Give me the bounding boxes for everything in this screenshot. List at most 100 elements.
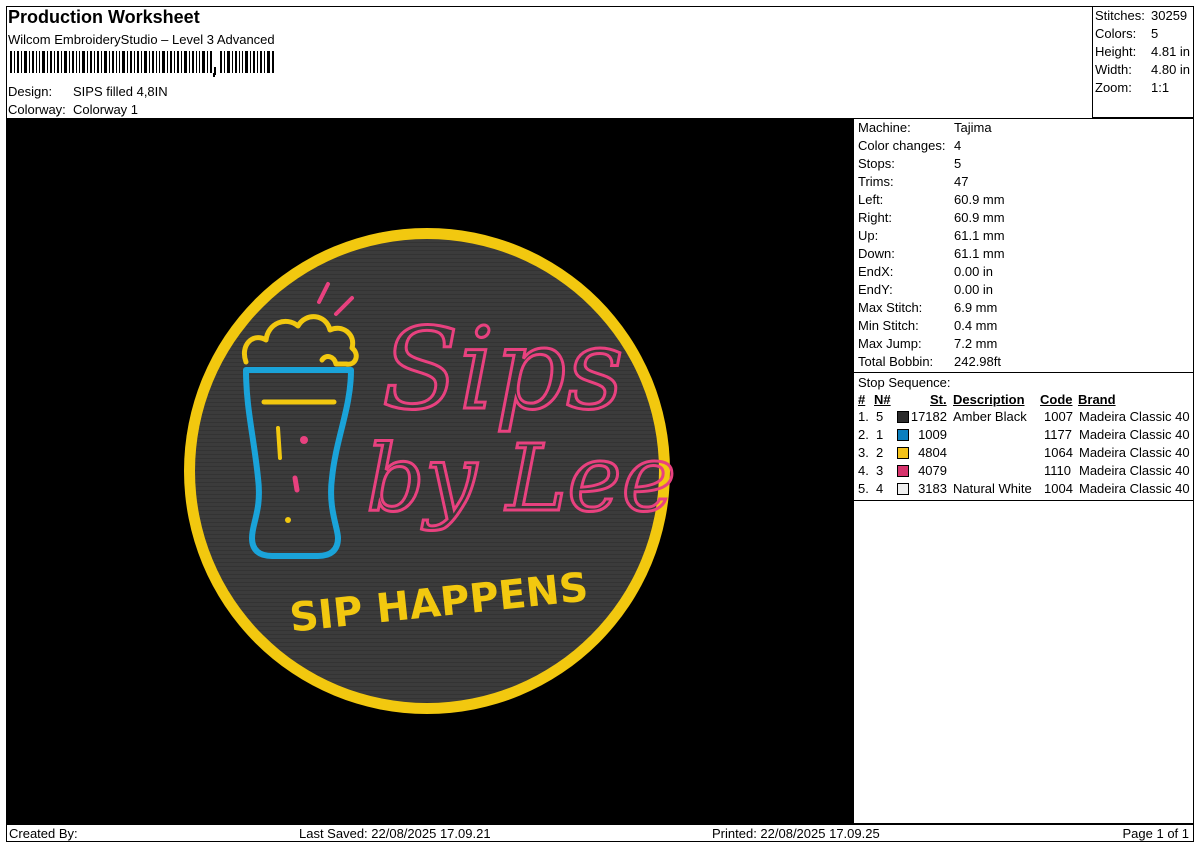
info-row: Left: 60.9 mm xyxy=(858,192,1005,207)
row-brand: Madeira Classic 40 xyxy=(1079,409,1190,424)
info-row: Down: 61.1 mm xyxy=(858,246,1005,261)
created-by: Created By: xyxy=(9,826,78,841)
row-brand: Madeira Classic 40 xyxy=(1079,463,1190,478)
colorway-label: Colorway: xyxy=(8,102,66,117)
stat-label: Height: xyxy=(1095,44,1137,59)
info-label: Down: xyxy=(858,246,895,261)
row-index: 3. xyxy=(858,445,869,460)
stat-value: 4.81 in xyxy=(1151,44,1191,59)
info-value: 5 xyxy=(954,156,962,171)
info-label: Right: xyxy=(858,210,892,225)
printed-date: Printed: 22/08/2025 17.09.25 xyxy=(712,826,880,841)
info-value: 0.00 in xyxy=(954,282,994,297)
design-preview: Sips by Lee SIP HAPPENS xyxy=(6,118,853,824)
info-label: Up: xyxy=(858,228,879,243)
table-row: 1. 5 17182 Amber Black 1007 Madeira Clas… xyxy=(854,409,1193,427)
table-row: 5. 4 3183 Natural White 1004 Madeira Cla… xyxy=(854,481,1193,499)
info-label: Max Stitch: xyxy=(858,300,923,315)
design-label: Design: xyxy=(8,84,53,99)
design-row: Design: SIPS filled 4,8IN xyxy=(8,84,168,99)
info-row: Trims: 47 xyxy=(858,174,968,189)
brand-line-1: Sips xyxy=(382,305,624,435)
info-label: Min Stitch: xyxy=(858,318,919,333)
page-title: Production Worksheet xyxy=(8,7,200,27)
colorway-row: Colorway: Colorway 1 xyxy=(8,102,138,117)
stat-value: 4.80 in xyxy=(1151,62,1191,77)
col-index: # xyxy=(858,392,866,407)
stat-colors: Colors: 5 xyxy=(1095,26,1158,41)
row-code: 1110 xyxy=(1044,463,1071,478)
info-row: Right: 60.9 mm xyxy=(858,210,1005,225)
info-value: 6.9 mm xyxy=(954,300,998,315)
row-stitches: 4804 xyxy=(918,445,947,460)
row-index: 5. xyxy=(858,481,869,496)
stat-stitches: Stitches: 30259 xyxy=(1095,8,1187,23)
brand-line-2: by Lee xyxy=(366,425,676,532)
col-brand: Brand xyxy=(1078,392,1116,407)
row-code: 1064 xyxy=(1044,445,1073,460)
colorway-value: Colorway 1 xyxy=(73,102,139,117)
col-code: Code xyxy=(1040,392,1073,407)
stat-label: Stitches: xyxy=(1095,8,1145,23)
col-description: Description xyxy=(953,392,1025,407)
row-needle: 3 xyxy=(876,463,884,478)
stat-value: 1:1 xyxy=(1151,80,1170,95)
software-name: Wilcom EmbroideryStudio – Level 3 Advanc… xyxy=(8,32,275,47)
info-value: 47 xyxy=(954,174,969,189)
info-value: Tajima xyxy=(954,120,992,135)
info-label: Machine: xyxy=(858,120,911,135)
stat-value: 5 xyxy=(1151,26,1159,41)
info-value: 4 xyxy=(954,138,962,153)
stat-label: Colors: xyxy=(1095,26,1137,41)
divider xyxy=(854,372,1193,373)
stat-zoom: Zoom: 1:1 xyxy=(1095,80,1169,95)
row-description: Amber Black xyxy=(953,409,1027,424)
page-number: Page 1 of 1 xyxy=(1122,826,1190,841)
color-swatch xyxy=(897,465,909,477)
row-code: 1177 xyxy=(1044,427,1072,442)
design-value: SIPS filled 4,8IN xyxy=(73,84,168,99)
info-row: Max Stitch: 6.9 mm xyxy=(858,300,997,315)
row-stitches: 3183 xyxy=(918,481,947,496)
table-row: 2. 1 1009 1177 Madeira Classic 40 xyxy=(854,427,1193,445)
info-row: EndY: 0.00 in xyxy=(858,282,993,297)
row-needle: 5 xyxy=(876,409,884,424)
info-label: Trims: xyxy=(858,174,894,189)
info-row: Min Stitch: 0.4 mm xyxy=(858,318,997,333)
row-needle: 1 xyxy=(876,427,884,442)
info-label: EndX: xyxy=(858,264,894,279)
row-brand: Madeira Classic 40 xyxy=(1079,445,1190,460)
row-stitches: 1009 xyxy=(918,427,947,442)
info-label: Color changes: xyxy=(858,138,946,153)
barcode xyxy=(10,51,274,77)
row-index: 4. xyxy=(858,463,869,478)
row-needle: 4 xyxy=(876,481,884,496)
stats-panel: Stitches: 30259 Colors: 5 Height: 4.81 in W… xyxy=(1092,6,1194,118)
row-needle: 2 xyxy=(876,445,884,460)
info-row: Machine: Tajima xyxy=(858,120,992,135)
row-brand: Madeira Classic 40 xyxy=(1079,481,1190,496)
info-value: 242.98ft xyxy=(954,354,1001,369)
worksheet-footer: Created By: Last Saved: 22/08/2025 17.09… xyxy=(6,824,1194,842)
stat-width: Width: 4.80 in xyxy=(1095,62,1190,77)
info-value: 0.00 in xyxy=(954,264,994,279)
info-label: Total Bobbin: xyxy=(858,354,934,369)
color-swatch xyxy=(897,483,909,495)
info-row: Total Bobbin: 242.98ft xyxy=(858,354,1001,369)
color-swatch xyxy=(897,411,909,423)
row-stitches: 17182 xyxy=(910,409,947,424)
info-label: EndY: xyxy=(858,282,893,297)
info-value: 61.1 mm xyxy=(954,228,1005,243)
divider xyxy=(854,500,1193,501)
row-code: 1004 xyxy=(1044,481,1073,496)
info-row: Up: 61.1 mm xyxy=(858,228,1005,243)
info-value: 60.9 mm xyxy=(954,210,1005,225)
stat-label: Width: xyxy=(1095,62,1132,77)
info-label: Stops: xyxy=(858,156,895,171)
stop-sequence-title: Stop Sequence: xyxy=(858,375,951,390)
col-needle: N# xyxy=(874,392,891,407)
row-code: 1007 xyxy=(1044,409,1073,424)
stat-value: 30259 xyxy=(1151,8,1188,23)
col-stitches: St. xyxy=(930,392,947,407)
info-row: Stops: 5 xyxy=(858,156,961,171)
